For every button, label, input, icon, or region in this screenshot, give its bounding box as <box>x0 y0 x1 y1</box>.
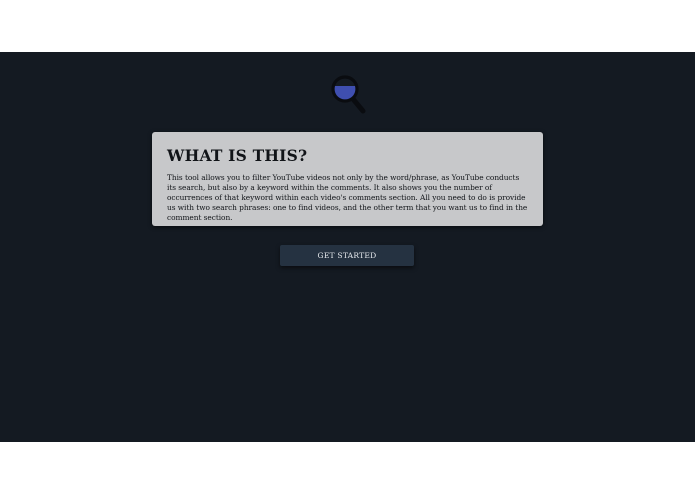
magnifying-glass-icon <box>331 75 366 114</box>
app-background: WHAT IS THIS? This tool allows you to fi… <box>0 52 695 442</box>
info-card-description: This tool allows you to filter YouTube v… <box>167 173 528 222</box>
get-started-button[interactable]: GET STARTED <box>280 245 414 266</box>
info-card: WHAT IS THIS? This tool allows you to fi… <box>152 132 543 226</box>
info-card-title: WHAT IS THIS? <box>167 146 308 165</box>
